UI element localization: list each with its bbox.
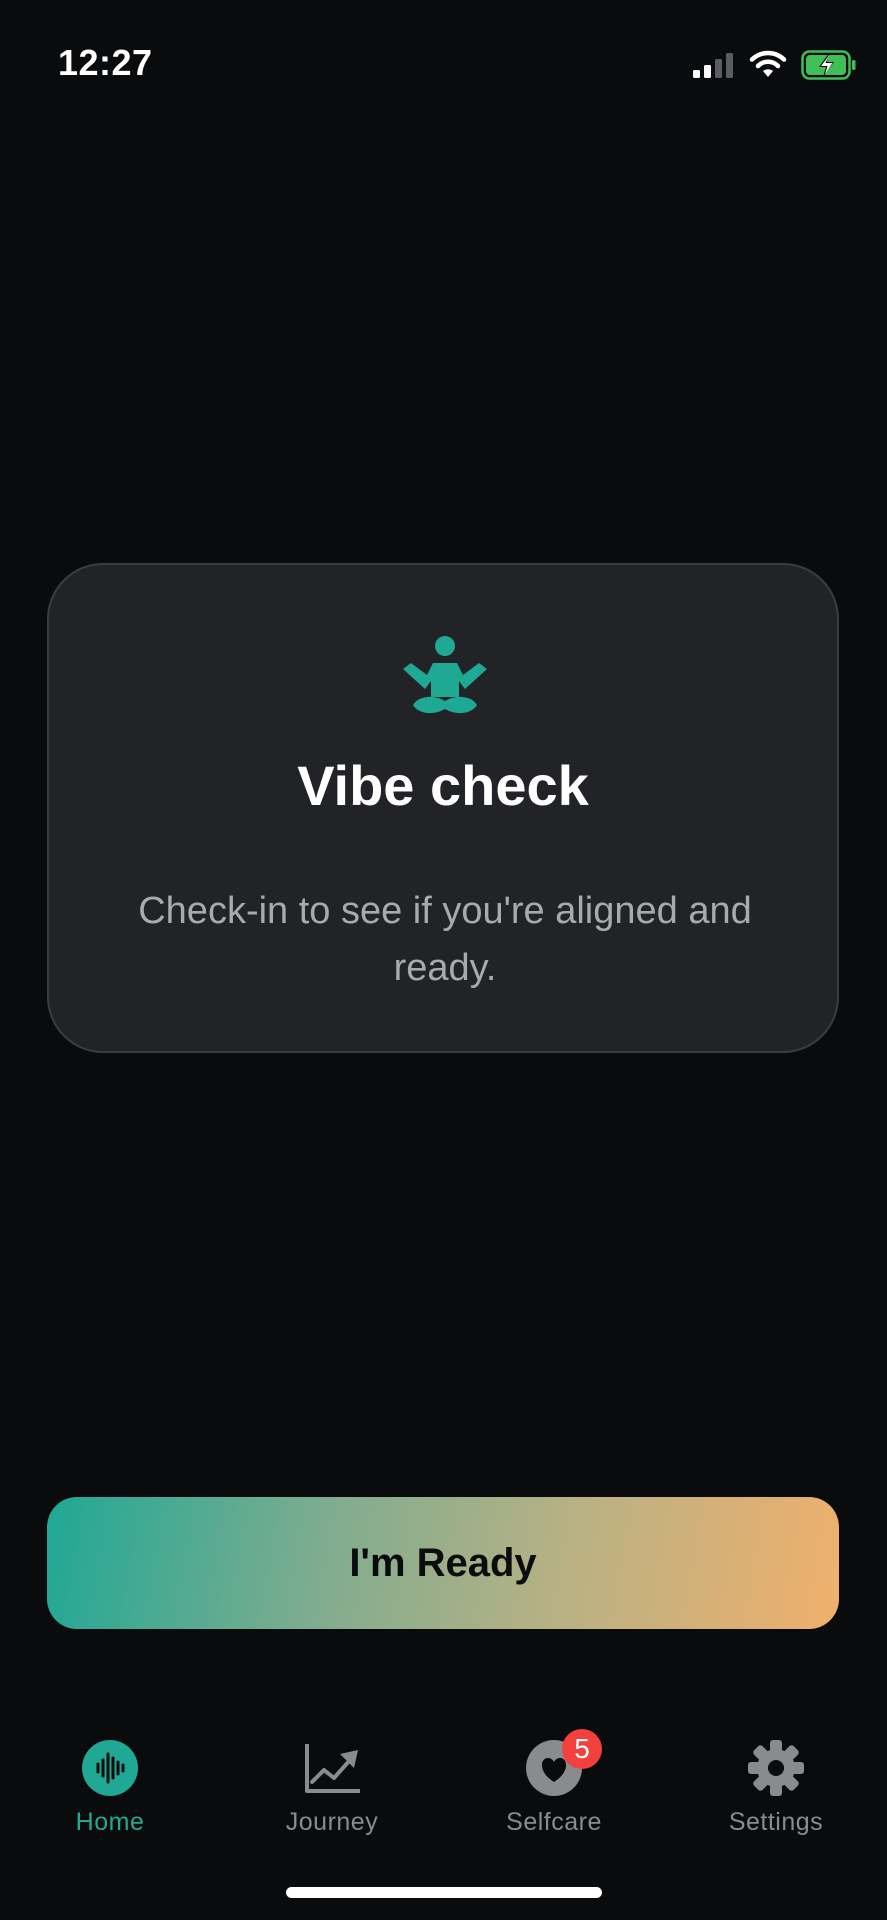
chart-line-icon (304, 1740, 360, 1796)
meditation-icon (399, 635, 491, 721)
card-title: Vibe check (297, 754, 589, 817)
im-ready-label: I'm Ready (349, 1540, 537, 1585)
wifi-icon (749, 50, 787, 80)
tab-settings[interactable]: Settings (686, 1712, 866, 1842)
status-icons (693, 48, 857, 82)
gear-icon (748, 1740, 804, 1796)
vibe-check-card: Vibe check Check-in to see if you're ali… (47, 563, 839, 1053)
tab-settings-label: Settings (728, 1808, 824, 1836)
tab-home-label: Home (75, 1808, 145, 1836)
im-ready-button[interactable]: I'm Ready (47, 1497, 839, 1629)
tab-home[interactable]: Home (20, 1712, 200, 1842)
card-description: Check-in to see if you're aligned and re… (138, 890, 752, 989)
tab-bar: Home Journey 5 Selfcare Settings (0, 1712, 887, 1842)
status-time: 12:27 (58, 42, 153, 83)
signal-icon (693, 51, 735, 79)
tab-journey[interactable]: Journey (242, 1712, 422, 1842)
battery-charging-icon (801, 50, 857, 80)
sound-wave-icon (82, 1740, 138, 1796)
tab-selfcare[interactable]: 5 Selfcare (464, 1712, 644, 1842)
status-bar: 12:27 (0, 0, 887, 130)
tab-journey-label: Journey (285, 1808, 379, 1836)
tab-selfcare-label: Selfcare (506, 1808, 602, 1836)
notification-badge: 5 (562, 1729, 602, 1769)
home-indicator[interactable] (286, 1887, 602, 1898)
